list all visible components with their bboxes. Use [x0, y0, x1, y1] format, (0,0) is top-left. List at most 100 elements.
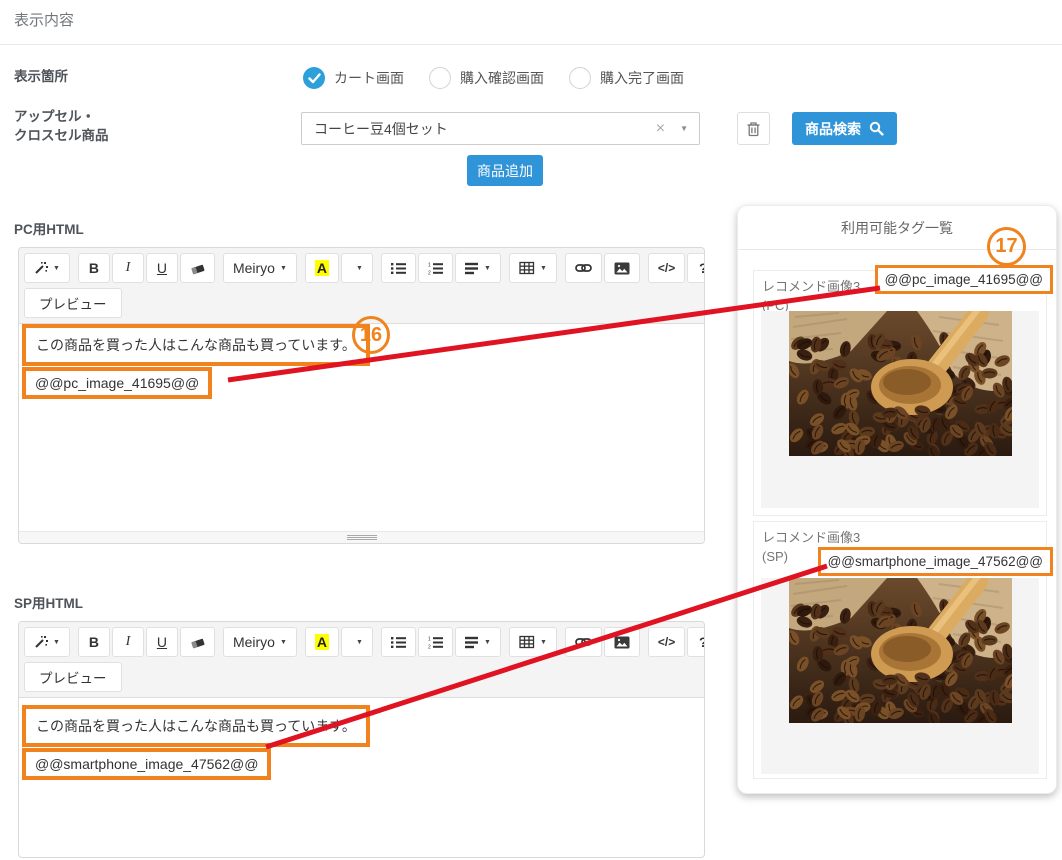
- sp-editor-content[interactable]: この商品を買った人はこんな商品も買っています。 @@smartphone_ima…: [19, 698, 704, 780]
- table-button[interactable]: ▼: [508, 253, 557, 283]
- chevron-down-icon: ▼: [539, 264, 547, 272]
- product-select-value: コーヒー豆4個セット: [314, 120, 448, 137]
- paragraph-align-button[interactable]: ▼: [455, 627, 501, 657]
- coffee-beans-photo: [788, 578, 1012, 723]
- table-button[interactable]: ▼: [508, 627, 557, 657]
- style-magic-button[interactable]: ▼: [24, 627, 70, 657]
- magnifier-icon: [869, 121, 884, 136]
- link-button[interactable]: [564, 627, 602, 657]
- preview-button[interactable]: プレビュー: [24, 662, 122, 692]
- chevron-down-icon: ▼: [53, 264, 60, 272]
- radio-unchecked-icon: [569, 67, 591, 89]
- annotated-text-line: この商品を買った人はこんな商品も買っています。: [22, 705, 370, 747]
- radio-unchecked-icon: [429, 67, 451, 89]
- bold-button[interactable]: B: [77, 627, 110, 657]
- italic-button[interactable]: I: [111, 253, 144, 283]
- tag-code-pc: @@pc_image_41695@@: [874, 265, 1053, 294]
- pc-editor-content[interactable]: この商品を買った人はこんな商品も買っています。 @@pc_image_41695…: [19, 324, 704, 399]
- annotated-tag-line: @@pc_image_41695@@: [22, 367, 213, 399]
- image-button[interactable]: [603, 627, 640, 657]
- unordered-list-button[interactable]: [381, 627, 417, 657]
- display-content-page: 表示内容 表示箇所 カート画面 購入確認画面 購入完了画面 アップセル・ クロス…: [0, 0, 1062, 860]
- help-button[interactable]: ?: [687, 627, 704, 657]
- clear-format-button[interactable]: [179, 253, 215, 283]
- pc-editor-toolbar: ▼ B I U Meiryo ▼ A ▼ 1 2 ▼ ▼ </> プレビュー: [19, 248, 704, 324]
- radio-purchase-confirm-screen[interactable]: 購入確認画面: [429, 67, 544, 89]
- clear-format-button[interactable]: [179, 627, 215, 657]
- radio-purchase-complete-screen[interactable]: 購入完了画面: [569, 67, 684, 89]
- display-location-label: 表示箇所: [14, 69, 68, 84]
- chevron-down-icon[interactable]: ▼: [680, 124, 688, 133]
- tag-item-sp-image: レコメンド画像3 (SP) @@smartphone_image_47562@@: [753, 521, 1053, 779]
- list-ol-icon: 12: [428, 636, 444, 649]
- magic-wand-icon: [34, 261, 48, 275]
- magic-wand-icon: [34, 635, 48, 649]
- font-color-button[interactable]: A: [304, 627, 340, 657]
- style-magic-button[interactable]: ▼: [24, 253, 70, 283]
- bold-button[interactable]: B: [77, 253, 110, 283]
- svg-text:2: 2: [428, 644, 431, 648]
- underline-button[interactable]: U: [145, 253, 178, 283]
- code-view-button[interactable]: </>: [647, 627, 686, 657]
- chevron-down-icon: ▼: [484, 264, 491, 272]
- chevron-down-icon: ▼: [484, 638, 491, 646]
- sp-html-editor: ▼ B I U Meiryo ▼ A ▼ 1 2 ▼ ▼ </> プレビュー こ…: [18, 621, 705, 858]
- annotated-text-line: この商品を買った人はこんな商品も買っています。: [22, 324, 370, 366]
- chevron-down-icon: ▼: [279, 264, 287, 272]
- pc-html-section-label: PC用HTML: [14, 222, 84, 237]
- product-search-button[interactable]: 商品検索: [792, 112, 897, 145]
- eraser-icon: [190, 261, 205, 275]
- chevron-down-icon: ▼: [356, 638, 363, 646]
- font-family-button[interactable]: Meiryo ▼: [222, 627, 297, 657]
- radio-cart-screen[interactable]: カート画面: [303, 67, 404, 89]
- available-tags-panel: 利用可能タグ一覧 レコメンド画像3 (PC) @@pc_image_41695@…: [737, 205, 1057, 794]
- align-left-icon: [465, 636, 479, 649]
- link-icon: [575, 636, 592, 648]
- chevron-down-icon: ▼: [356, 264, 363, 272]
- image-button[interactable]: [603, 253, 640, 283]
- trash-icon: [746, 121, 761, 137]
- tag-code-sp: @@smartphone_image_47562@@: [817, 547, 1053, 576]
- font-color-icon: A: [314, 260, 330, 276]
- sp-html-section-label: SP用HTML: [14, 596, 83, 611]
- chevron-down-icon: ▼: [53, 638, 60, 646]
- editor-resize-handle[interactable]: [19, 531, 704, 543]
- annotated-tag-line: @@smartphone_image_47562@@: [22, 748, 272, 780]
- product-select[interactable]: コーヒー豆4個セット × ▼: [301, 112, 700, 145]
- ordered-list-button[interactable]: 12: [418, 253, 454, 283]
- chevron-down-icon: ▼: [539, 638, 547, 646]
- delete-product-button[interactable]: [737, 112, 770, 145]
- font-color-caret-button[interactable]: ▼: [341, 253, 374, 283]
- image-icon: [614, 636, 630, 649]
- upsell-crosssell-label: アップセル・ クロスセル商品: [14, 109, 109, 143]
- italic-button[interactable]: I: [111, 627, 144, 657]
- product-add-button[interactable]: 商品追加: [467, 155, 543, 186]
- unordered-list-button[interactable]: [381, 253, 417, 283]
- underline-button[interactable]: U: [145, 627, 178, 657]
- header-divider: [0, 44, 1062, 45]
- close-icon[interactable]: ×: [656, 120, 665, 138]
- preview-button[interactable]: プレビュー: [24, 288, 122, 318]
- link-button[interactable]: [564, 253, 602, 283]
- tag-label: レコメンド画像3: [762, 530, 861, 545]
- table-icon: [519, 261, 535, 275]
- align-left-icon: [465, 262, 479, 275]
- tag-image-area: [761, 311, 1039, 508]
- radio-checked-icon: [303, 67, 325, 89]
- image-icon: [614, 262, 630, 275]
- svg-text:1: 1: [428, 262, 431, 268]
- pc-html-editor: ▼ B I U Meiryo ▼ A ▼ 1 2 ▼ ▼ </> プレビュー こ…: [18, 247, 705, 544]
- svg-text:1: 1: [428, 636, 431, 642]
- paragraph-align-button[interactable]: ▼: [455, 253, 501, 283]
- svg-text:2: 2: [428, 270, 431, 274]
- chevron-down-icon: ▼: [279, 638, 287, 646]
- code-view-button[interactable]: </>: [647, 253, 686, 283]
- font-color-button[interactable]: A: [304, 253, 340, 283]
- ordered-list-button[interactable]: 12: [418, 627, 454, 657]
- font-family-button[interactable]: Meiryo ▼: [222, 253, 297, 283]
- coffee-beans-photo: [788, 311, 1012, 456]
- font-color-caret-button[interactable]: ▼: [341, 627, 374, 657]
- radio-label: 購入完了画面: [600, 70, 684, 86]
- help-button[interactable]: ?: [687, 253, 704, 283]
- radio-label: 購入確認画面: [460, 70, 544, 86]
